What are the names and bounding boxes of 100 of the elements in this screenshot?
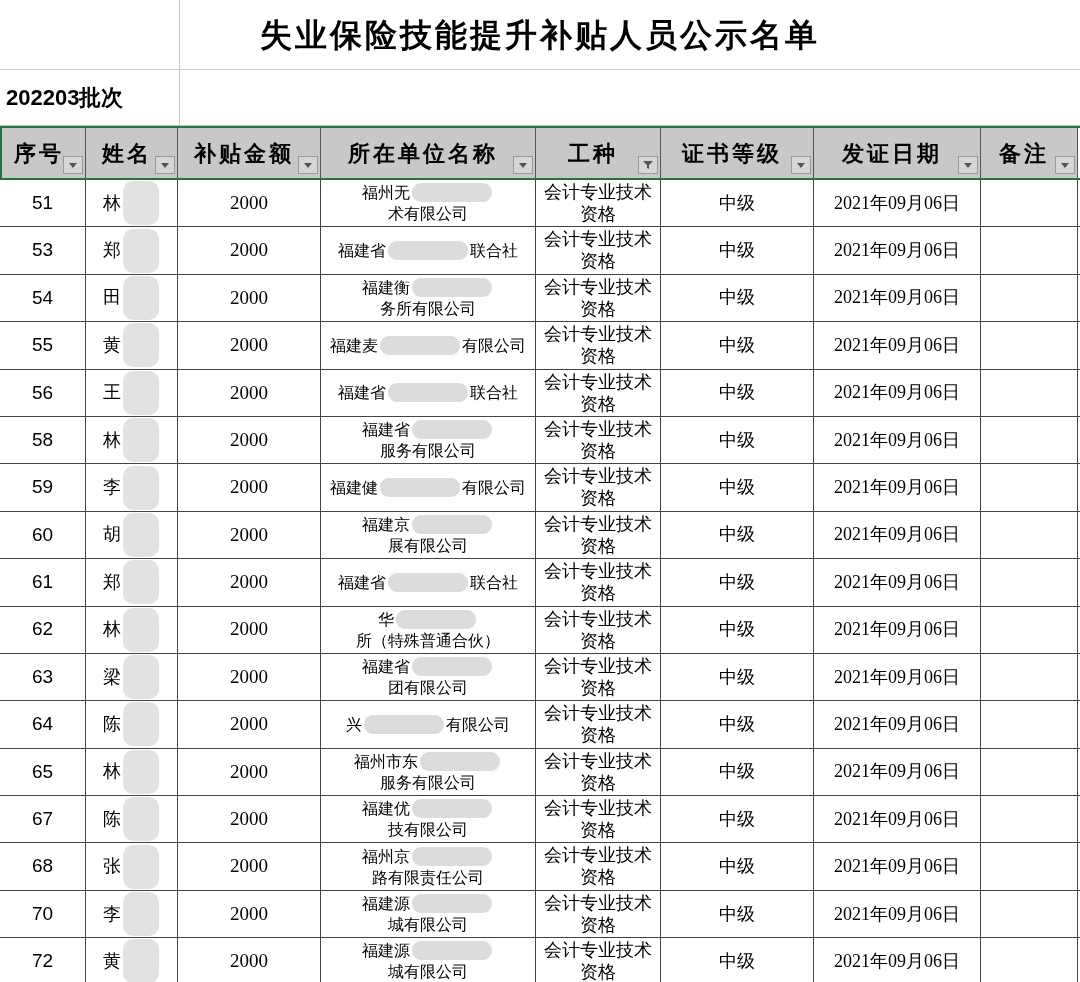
dropdown-button[interactable] <box>1055 156 1075 174</box>
trade-name: 会计专业技术资格 <box>543 607 653 652</box>
issue-date: 2021年09月06日 <box>834 665 960 689</box>
company-name-end: 有限公司 <box>446 715 510 735</box>
sheet-title: 失业保险技能提升补贴人员公示名单 <box>260 15 820 55</box>
row-number: 72 <box>31 949 54 974</box>
trade-name: 会计专业技术资格 <box>543 844 653 889</box>
row-number: 56 <box>31 380 54 405</box>
row-number: 64 <box>31 712 54 737</box>
subsidy-amount: 2000 <box>230 427 268 452</box>
column-header[interactable]: 所在单位名称 <box>321 128 536 178</box>
company-name-start: 华 <box>378 609 394 630</box>
row-number: 61 <box>31 570 54 595</box>
company-name-start: 福建京 <box>362 514 410 535</box>
dropdown-button[interactable] <box>298 156 318 174</box>
redaction-mark <box>123 323 159 368</box>
redaction-mark <box>123 560 159 605</box>
issue-date: 2021年09月06日 <box>834 570 960 594</box>
certificate-level: 中级 <box>719 239 755 263</box>
subsidy-amount: 2000 <box>230 333 268 358</box>
company-name-end: 服务有限公司 <box>380 441 476 462</box>
company-name-start: 福建省 <box>338 383 386 404</box>
column-header[interactable]: 姓名 <box>86 128 178 178</box>
row-number: 70 <box>31 901 54 926</box>
trade-name: 会计专业技术资格 <box>543 465 653 510</box>
issue-date: 2021年09月06日 <box>834 523 960 547</box>
row-number: 63 <box>31 664 54 689</box>
row-number: 68 <box>31 854 54 879</box>
company-name-end: 技有限公司 <box>388 820 468 841</box>
dropdown-button[interactable] <box>958 156 978 174</box>
subsidy-amount: 2000 <box>230 901 268 926</box>
issue-date: 2021年09月06日 <box>834 381 960 405</box>
redaction-mark <box>123 181 159 226</box>
redaction-mark <box>123 607 159 652</box>
certificate-level: 中级 <box>719 286 755 310</box>
column-header[interactable]: 序号 <box>2 128 86 178</box>
subsidy-amount: 2000 <box>230 285 268 310</box>
person-name: 王 <box>103 381 121 405</box>
caret-icon <box>797 162 805 168</box>
subsidy-amount: 2000 <box>230 238 268 263</box>
person-name: 梁 <box>103 665 121 689</box>
trade-name: 会计专业技术资格 <box>543 275 653 320</box>
company-name-end: 所（特殊普通合伙） <box>356 630 500 651</box>
issue-date: 2021年09月06日 <box>834 618 960 642</box>
trade-name: 会计专业技术资格 <box>543 939 653 982</box>
subsidy-amount: 2000 <box>230 522 268 547</box>
issue-date: 2021年09月06日 <box>834 239 960 263</box>
subsidy-amount: 2000 <box>230 190 268 215</box>
dropdown-button[interactable] <box>791 156 811 174</box>
company-name-end: 服务有限公司 <box>380 772 476 793</box>
trade-name: 会计专业技术资格 <box>543 228 653 273</box>
issue-date: 2021年09月06日 <box>834 286 960 310</box>
trade-name: 会计专业技术资格 <box>543 702 653 747</box>
company-name-start: 福建健 <box>330 478 378 499</box>
person-name: 黄 <box>103 333 121 357</box>
certificate-level: 中级 <box>719 191 755 215</box>
person-name: 林 <box>103 191 121 215</box>
company-name-start: 福建源 <box>362 894 410 915</box>
row-number: 59 <box>31 475 54 500</box>
redaction-mark <box>123 418 159 463</box>
caret-icon <box>161 162 169 168</box>
column-header[interactable]: 发证日期 <box>814 128 981 178</box>
person-name: 张 <box>103 855 121 879</box>
issue-date: 2021年09月06日 <box>834 333 960 357</box>
person-name: 郑 <box>103 239 121 263</box>
caret-icon <box>519 162 527 168</box>
certificate-level: 中级 <box>719 476 755 500</box>
subsidy-amount: 2000 <box>230 664 268 689</box>
row-number: 62 <box>31 617 54 642</box>
person-name: 李 <box>103 476 121 500</box>
row-number: 53 <box>31 238 54 263</box>
caret-icon <box>964 162 972 168</box>
person-name: 胡 <box>103 523 121 547</box>
issue-date: 2021年09月06日 <box>834 428 960 452</box>
caret-icon <box>304 162 312 168</box>
column-header[interactable]: 工种 <box>536 128 661 178</box>
redaction-mark <box>123 228 159 273</box>
dropdown-button[interactable] <box>63 156 83 174</box>
column-header[interactable]: 补贴金额 <box>178 128 321 178</box>
subsidy-amount: 2000 <box>230 570 268 595</box>
company-name-end: 术有限公司 <box>388 204 468 225</box>
dropdown-button[interactable] <box>155 156 175 174</box>
column-header[interactable]: 备注 <box>981 128 1078 178</box>
subsidy-amount: 2000 <box>230 949 268 974</box>
company-name-start: 福建源 <box>362 941 410 962</box>
company-name-start: 福建优 <box>362 799 410 820</box>
trade-name: 会计专业技术资格 <box>543 560 653 605</box>
company-name-start: 福建省 <box>338 241 386 262</box>
caret-icon <box>1061 162 1069 168</box>
dropdown-button[interactable] <box>513 156 533 174</box>
redaction-mark <box>123 939 159 982</box>
certificate-level: 中级 <box>719 523 755 547</box>
company-name-end: 联合社 <box>470 241 518 262</box>
trade-name: 会计专业技术资格 <box>543 654 653 699</box>
certificate-level: 中级 <box>719 618 755 642</box>
column-header[interactable]: 证书等级 <box>661 128 814 178</box>
certificate-level: 中级 <box>719 760 755 784</box>
filter-icon <box>642 160 654 170</box>
trade-name: 会计专业技术资格 <box>543 797 653 842</box>
filter-button[interactable] <box>638 156 658 174</box>
